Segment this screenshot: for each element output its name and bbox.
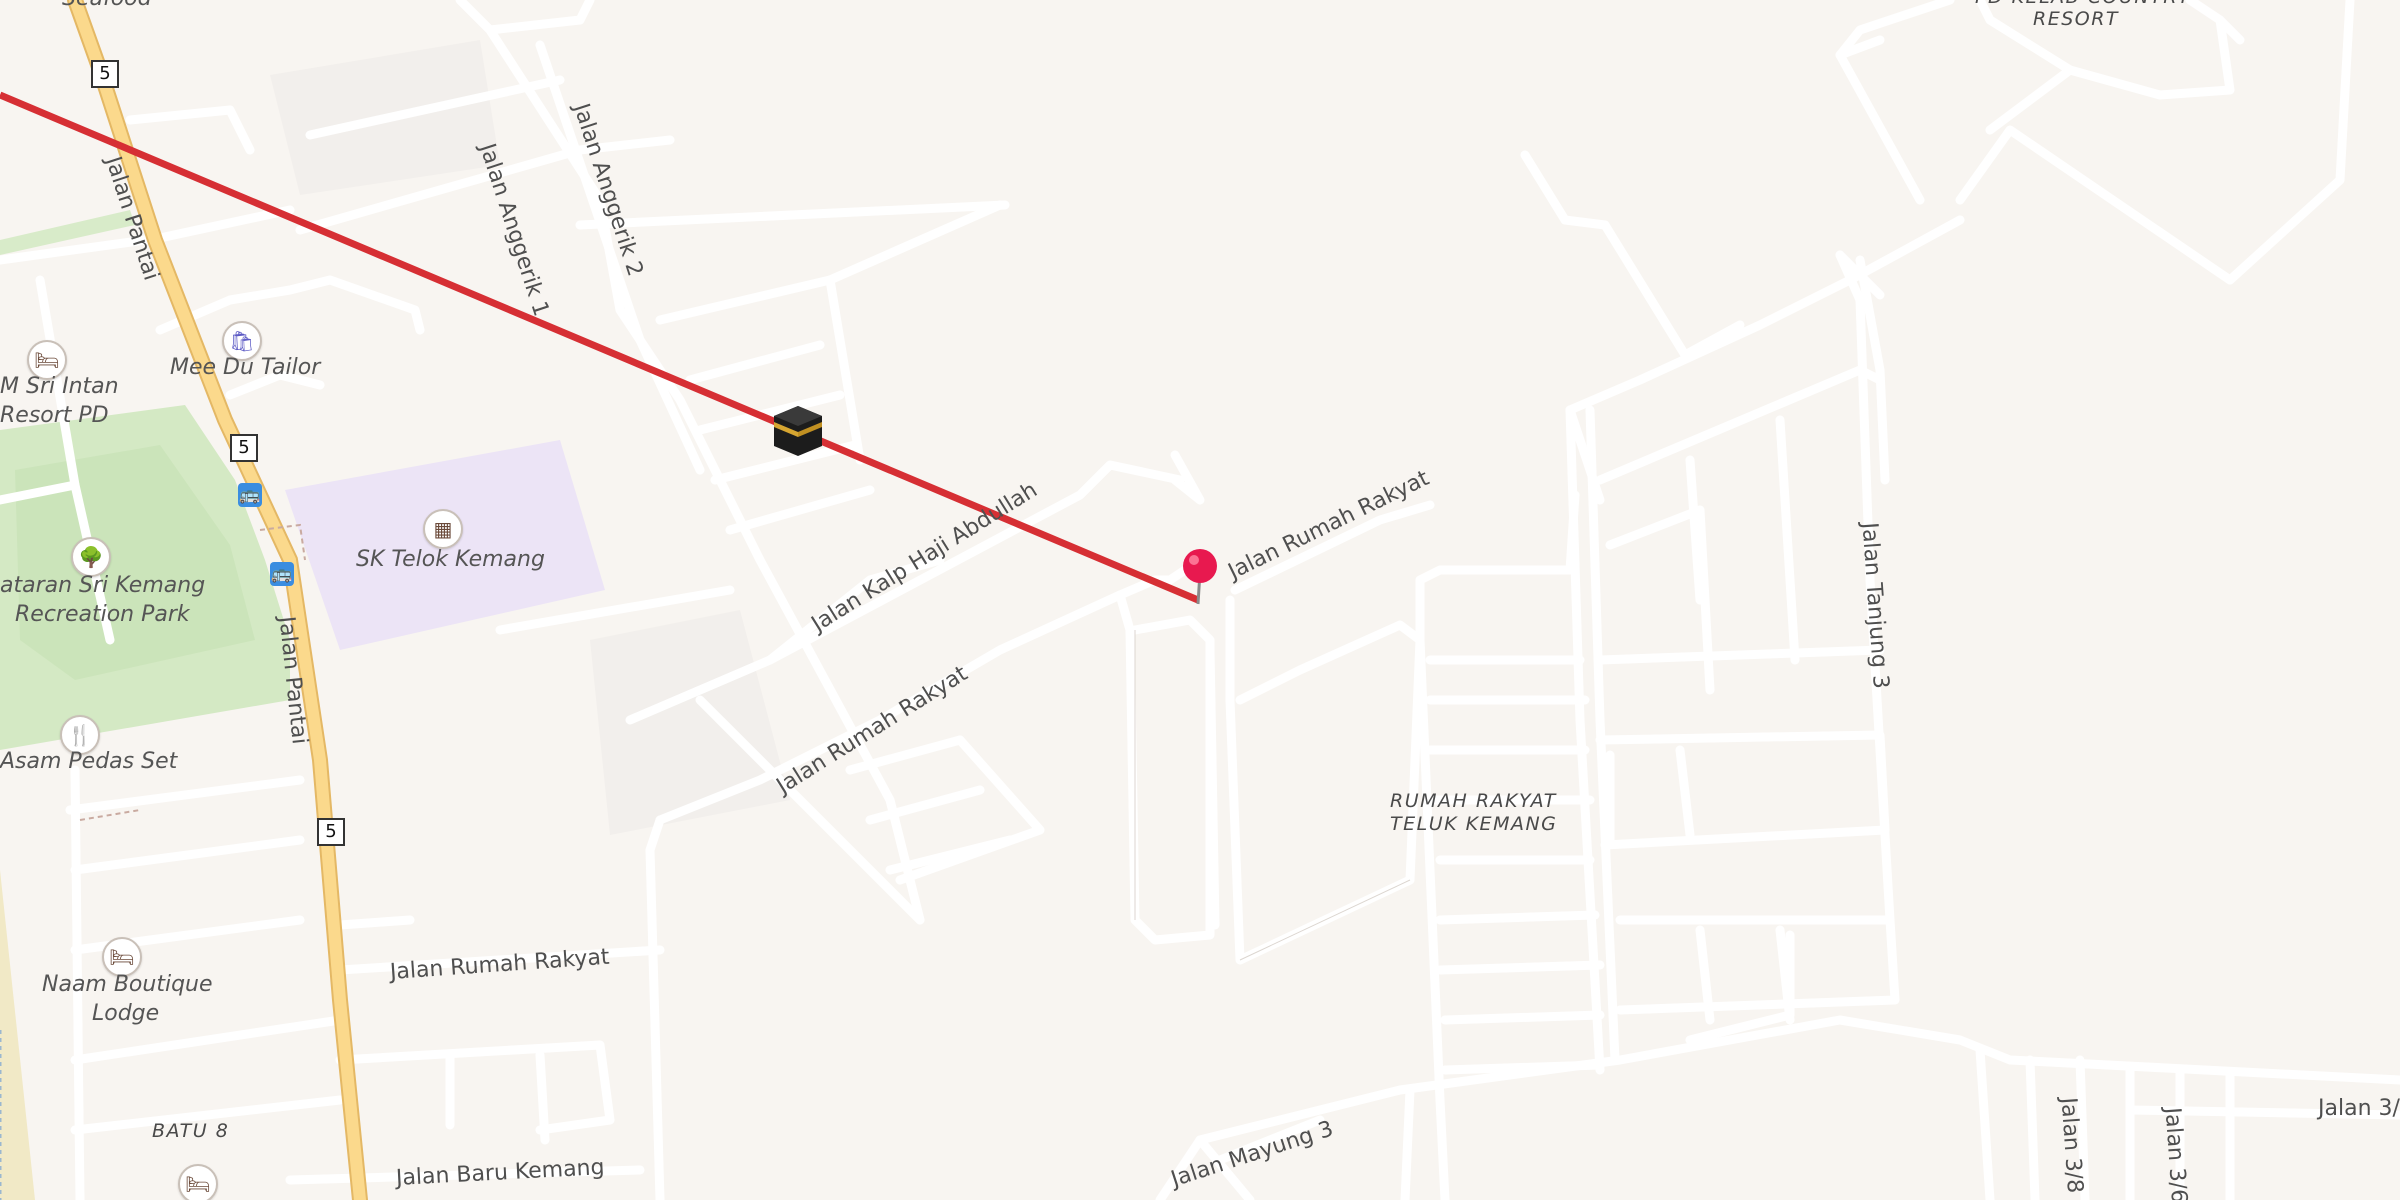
place-label: BATU 8 (152, 1120, 230, 1142)
school-icon[interactable]: ▦ (423, 509, 463, 549)
poi-label: ataran Sri Kemang (0, 573, 206, 598)
place-label: RESORT (2033, 8, 2120, 30)
landuse-block (590, 610, 790, 835)
poi-label: Seafood (62, 0, 152, 13)
place-label: RUMAH RAKYAT (1390, 790, 1557, 812)
hotel-icon[interactable]: 🛏 (178, 1164, 218, 1200)
route-shield: 5 (230, 434, 258, 462)
poi-label: Resort PD (0, 403, 109, 428)
poi-label: Lodge (92, 1001, 160, 1026)
map-canvas[interactable]: 5 5 5 🚌 🚌 🛍 🛏 ▦ 🌳 🍴 🛏 🛏 Jalan Pantai Jal… (0, 0, 2400, 1200)
beach-area (0, 870, 35, 1200)
place-label: TELUK KEMANG (1390, 813, 1558, 835)
location-pin-icon[interactable] (1180, 548, 1220, 608)
kaaba-icon[interactable] (770, 402, 826, 458)
poi-label: Naam Boutique (42, 972, 213, 997)
bus-stop-icon[interactable]: 🚌 (270, 562, 294, 586)
poi-label: Mee Du Tailor (170, 355, 321, 380)
route-shield: 5 (91, 60, 119, 88)
bus-stop-icon[interactable]: 🚌 (238, 483, 262, 507)
route-shield: 5 (317, 818, 345, 846)
poi-label: Asam Pedas Set (0, 749, 178, 774)
street-label: Jalan 3/ (2318, 1096, 2400, 1121)
poi-label: M Sri Intan (0, 374, 119, 399)
poi-label: Recreation Park (15, 602, 190, 627)
poi-label: SK Telok Kemang (356, 547, 545, 572)
